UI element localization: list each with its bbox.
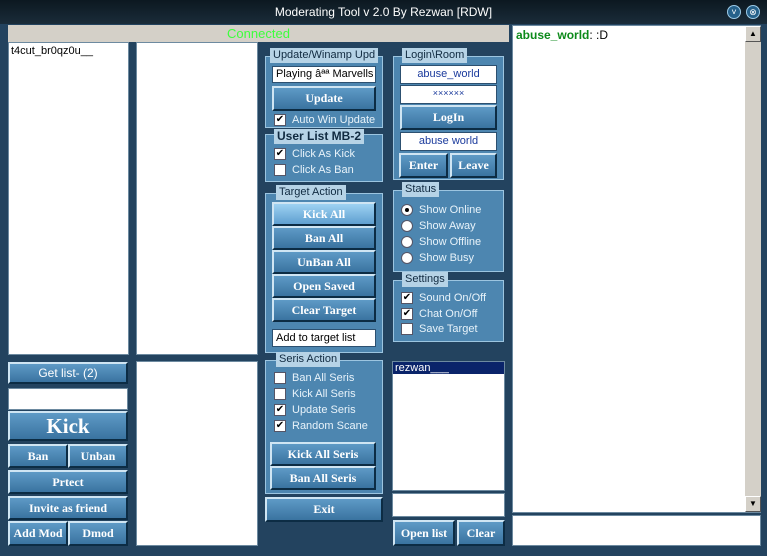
- ban-button[interactable]: Ban: [8, 444, 68, 468]
- chat-message: : :D: [589, 28, 609, 42]
- password-field[interactable]: ××××××: [400, 85, 497, 104]
- chat-input[interactable]: [512, 515, 761, 546]
- open-saved-button[interactable]: Open Saved: [272, 274, 376, 298]
- secondary-list[interactable]: [136, 42, 258, 355]
- protect-button[interactable]: Prtect: [8, 470, 128, 494]
- scroll-down-icon[interactable]: ▼: [745, 496, 761, 512]
- login-room-title: Login\Room: [402, 48, 468, 63]
- list-item[interactable]: rezwan___: [393, 362, 504, 374]
- userlist-panel-title: User List MB-2: [274, 129, 365, 144]
- close-icon[interactable]: ⊗: [746, 5, 760, 19]
- room-input[interactable]: [392, 493, 505, 517]
- update-button[interactable]: Update: [272, 86, 376, 111]
- get-list-button[interactable]: Get list- (2): [8, 362, 128, 384]
- dmod-button[interactable]: Dmod: [68, 521, 128, 546]
- kick-button[interactable]: Kick: [8, 411, 128, 441]
- checkmark-icon: ✔: [401, 292, 413, 304]
- open-list-button[interactable]: Open list: [393, 520, 455, 546]
- now-playing-field[interactable]: Playing âªª Marvells I: [272, 66, 376, 83]
- checkmark-icon: ✔: [274, 114, 286, 126]
- unban-button[interactable]: Unban: [68, 444, 128, 468]
- app-window: Moderating Tool v 2.0 By Rezwan [RDW] ˅ …: [0, 0, 767, 556]
- exit-button[interactable]: Exit: [265, 497, 383, 522]
- unban-all-button[interactable]: UnBan All: [272, 250, 376, 274]
- chat-scrollbar[interactable]: ▲ ▼: [745, 26, 761, 512]
- checkmark-icon: ✔: [274, 404, 286, 416]
- title-bar: Moderating Tool v 2.0 By Rezwan [RDW] ˅ …: [0, 0, 767, 24]
- username-field[interactable]: abuse_world: [400, 65, 497, 84]
- minimize-icon[interactable]: ˅: [727, 5, 741, 19]
- kick-all-seris-button[interactable]: Kick All Seris: [270, 442, 376, 466]
- enter-button[interactable]: Enter: [399, 153, 448, 178]
- leave-button[interactable]: Leave: [450, 153, 497, 178]
- seris-action-title: Seris Action: [276, 352, 341, 367]
- update-panel-title: Update/Winamp Upd: [270, 48, 379, 63]
- settings-panel-title: Settings: [402, 272, 448, 287]
- checkmark-icon: ✔: [274, 420, 286, 432]
- list-item[interactable]: t4cut_br0qz0u__: [11, 45, 126, 57]
- checkmark-icon: ✔: [401, 308, 413, 320]
- ban-all-seris-button[interactable]: Ban All Seris: [270, 466, 376, 490]
- invite-friend-button[interactable]: Invite as friend: [8, 496, 128, 520]
- status-panel-title: Status: [402, 182, 440, 197]
- target-action-title: Target Action: [276, 185, 346, 200]
- add-target-input[interactable]: Add to target list: [272, 329, 376, 347]
- clear-button[interactable]: Clear: [457, 520, 505, 546]
- target-input[interactable]: [8, 388, 128, 410]
- room-field[interactable]: abuse world: [400, 132, 497, 151]
- ban-all-button[interactable]: Ban All: [272, 226, 376, 250]
- clear-target-button[interactable]: Clear Target: [272, 298, 376, 322]
- chat-username: abuse_world: [516, 28, 590, 42]
- login-button[interactable]: LogIn: [400, 105, 497, 130]
- room-user-list[interactable]: rezwan___: [392, 361, 505, 491]
- user-list[interactable]: t4cut_br0qz0u__: [8, 42, 129, 355]
- kick-all-button[interactable]: Kick All: [272, 202, 376, 226]
- checkmark-icon: ✔: [274, 148, 286, 160]
- scroll-up-icon[interactable]: ▲: [745, 26, 761, 42]
- connection-status: Connected: [8, 25, 509, 42]
- add-mod-button[interactable]: Add Mod: [8, 521, 68, 546]
- window-title: Moderating Tool v 2.0 By Rezwan [RDW]: [274, 5, 493, 19]
- log-box[interactable]: [136, 361, 258, 546]
- chat-display[interactable]: abuse_world: :D: [512, 25, 761, 513]
